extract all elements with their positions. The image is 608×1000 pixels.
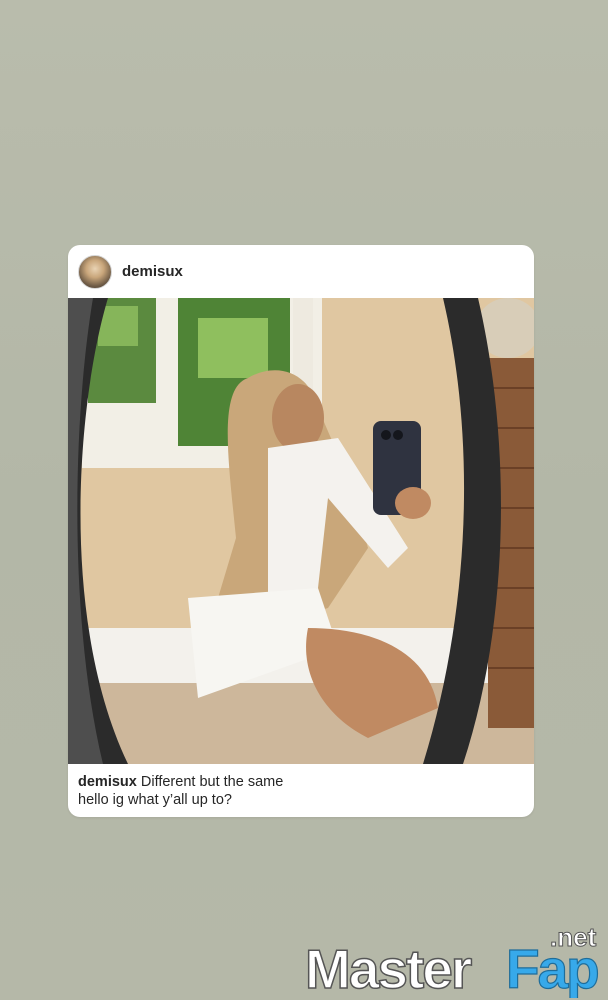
post-header[interactable]: demisux bbox=[68, 245, 534, 298]
watermark-logo: Master Fap .net bbox=[304, 922, 601, 999]
caption-line-2: hello ig what y’all up to? bbox=[78, 792, 232, 808]
svg-text:.net: .net bbox=[550, 922, 597, 952]
caption-line-1: demisux Different but the same bbox=[78, 773, 518, 791]
svg-text:Master: Master bbox=[305, 938, 472, 998]
caption-username[interactable]: demisux bbox=[78, 774, 137, 790]
caption-text: Different but the same bbox=[140, 774, 284, 790]
shared-post-card[interactable]: demisux demisux Different but the same h… bbox=[68, 245, 534, 817]
mirror-selfie-image bbox=[68, 298, 534, 764]
post-caption: demisux Different but the same hello ig … bbox=[78, 773, 518, 809]
post-username[interactable]: demisux bbox=[122, 263, 183, 280]
profile-avatar[interactable] bbox=[78, 254, 112, 289]
post-photo[interactable] bbox=[68, 298, 534, 764]
masterfap-watermark: Master Fap .net bbox=[302, 918, 608, 999]
